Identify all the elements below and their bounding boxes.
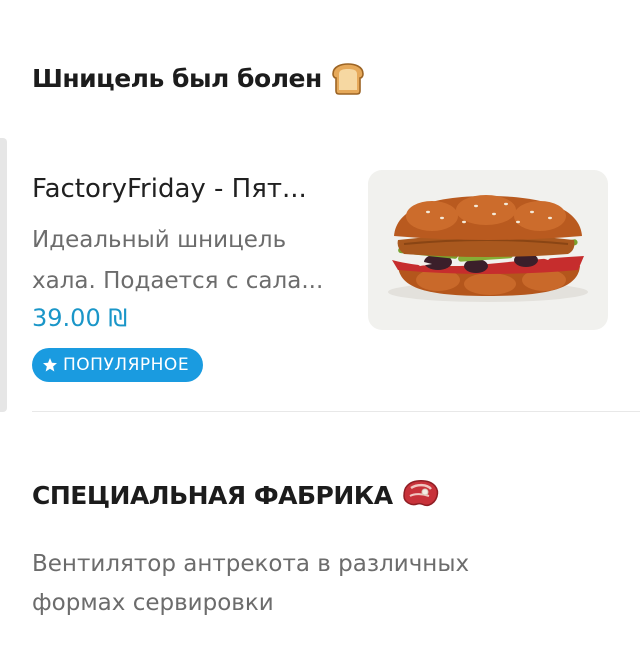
item-price: 39.00 ₪: [32, 304, 128, 332]
divider: [32, 411, 640, 412]
section-title: СПЕЦИАЛЬНАЯ ФАБРИКА: [32, 478, 441, 512]
section-description-line: Вентилятор антрекота в различных: [32, 551, 470, 577]
item-image[interactable]: [368, 170, 608, 330]
menu-item-card[interactable]: FactoryFriday - Пят... Идеальный шницель…: [32, 168, 640, 413]
section-title-text: Шницель был болен: [32, 63, 322, 93]
section-title: Шницель был болен: [32, 60, 366, 96]
item-description-line: Идеальный шницель: [32, 227, 287, 253]
section-title-text: СПЕЦИАЛЬНАЯ ФАБРИКА: [32, 480, 393, 510]
popular-badge: ПОПУЛЯРНОЕ: [32, 348, 204, 382]
popular-badge-label: ПОПУЛЯРНОЕ: [63, 355, 190, 375]
item-description: Идеальный шницель хала. Подается с сала.…: [32, 220, 362, 302]
section-description: Вентилятор антрекота в различных формах …: [32, 545, 572, 623]
section-description-line: формах сервировки: [32, 590, 274, 616]
bread-icon: [330, 60, 366, 96]
item-name: FactoryFriday - Пят...: [32, 174, 307, 204]
scroll-indicator[interactable]: [0, 138, 7, 412]
item-description-line: хала. Подается с сала...: [32, 268, 324, 294]
steak-icon: [401, 478, 441, 512]
star-icon: [42, 357, 58, 373]
schnitzel-sandwich-image: [388, 195, 588, 302]
